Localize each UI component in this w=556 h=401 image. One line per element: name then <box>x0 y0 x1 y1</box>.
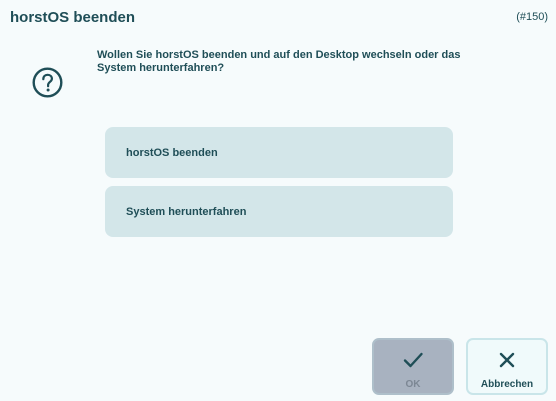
checkmark-icon <box>403 352 423 368</box>
option-label: horstOS beenden <box>126 146 218 159</box>
close-icon <box>499 352 515 368</box>
option-label: System herunterfahren <box>126 205 247 218</box>
option-quit-horstos[interactable]: horstOS beenden <box>105 127 453 178</box>
shutdown-dialog: horstOS beenden (#150) Wollen Sie horstO… <box>0 0 556 401</box>
option-shutdown-system[interactable]: System herunterfahren <box>105 186 453 237</box>
dialog-title: horstOS beenden <box>10 9 136 26</box>
ok-button-label: OK <box>405 379 421 390</box>
dialog-message: Wollen Sie horstOS beenden und auf den D… <box>97 49 461 74</box>
ok-button[interactable]: OK <box>372 338 454 395</box>
cancel-button-label: Abbrechen <box>480 379 534 390</box>
cancel-button[interactable]: Abbrechen <box>466 338 548 395</box>
question-icon <box>32 67 63 98</box>
dialog-id: (#150) <box>516 11 548 23</box>
